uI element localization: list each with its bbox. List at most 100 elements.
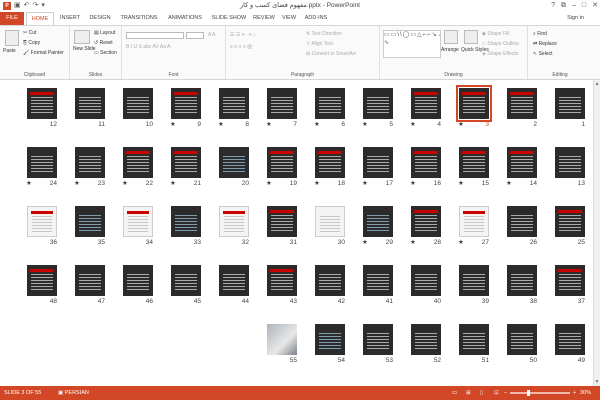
slide-thumbnail[interactable] bbox=[363, 324, 393, 355]
font-name-box[interactable] bbox=[126, 32, 184, 39]
reset-button[interactable]: ↺ Reset bbox=[94, 40, 113, 47]
slide-thumbnail[interactable] bbox=[363, 147, 393, 178]
animation-star-icon[interactable]: ★ bbox=[362, 238, 368, 246]
quick-styles-icon[interactable] bbox=[464, 30, 478, 44]
arrange-icon[interactable] bbox=[444, 30, 458, 44]
slide-thumbnail[interactable] bbox=[123, 265, 153, 296]
animation-star-icon[interactable]: ★ bbox=[362, 179, 368, 187]
minimize-icon[interactable]: – bbox=[572, 0, 576, 12]
animation-star-icon[interactable]: ★ bbox=[458, 238, 464, 246]
reading-view-icon[interactable]: ▯ bbox=[480, 386, 483, 400]
slide-thumbnail[interactable] bbox=[171, 265, 201, 296]
slide-thumbnail[interactable] bbox=[219, 206, 249, 237]
slide-thumbnail[interactable] bbox=[219, 147, 249, 178]
animation-star-icon[interactable]: ★ bbox=[26, 179, 32, 187]
tab-add-ins[interactable]: ADD-INS bbox=[302, 12, 330, 25]
zoom-in-icon[interactable]: + bbox=[573, 386, 576, 400]
replace-button[interactable]: ⇄ Replace bbox=[533, 41, 557, 48]
sign-in-link[interactable]: Sign in bbox=[567, 12, 584, 25]
shape-outline-button[interactable]: ◇ Shape Outline bbox=[482, 41, 519, 48]
slide-thumbnail[interactable] bbox=[363, 206, 393, 237]
zoom-out-icon[interactable]: – bbox=[504, 386, 507, 400]
animation-star-icon[interactable]: ★ bbox=[410, 179, 416, 187]
slide-thumbnail[interactable] bbox=[123, 147, 153, 178]
slide-thumbnail[interactable] bbox=[459, 147, 489, 178]
paste-button[interactable]: Paste bbox=[3, 48, 16, 55]
slide-thumbnail[interactable] bbox=[75, 265, 105, 296]
tab-home[interactable]: HOME bbox=[26, 12, 54, 25]
slide-thumbnail[interactable] bbox=[27, 88, 57, 119]
slide-thumbnail[interactable] bbox=[315, 324, 345, 355]
animation-star-icon[interactable]: ★ bbox=[266, 179, 272, 187]
normal-view-icon[interactable]: ▭ bbox=[452, 386, 457, 400]
animation-star-icon[interactable]: ★ bbox=[458, 120, 464, 128]
slide-thumbnail[interactable] bbox=[507, 265, 537, 296]
animation-star-icon[interactable]: ★ bbox=[266, 120, 272, 128]
slide-thumbnail[interactable] bbox=[219, 265, 249, 296]
format-painter-button[interactable]: 🖌 Format Painter bbox=[23, 50, 64, 57]
slide-thumbnail[interactable] bbox=[363, 265, 393, 296]
paste-icon[interactable] bbox=[5, 30, 19, 46]
arrange-button[interactable]: Arrange bbox=[441, 47, 459, 54]
copy-button[interactable]: ⎘ Copy bbox=[23, 40, 40, 47]
slide-thumbnail[interactable] bbox=[555, 88, 585, 119]
shape-fill-button[interactable]: ◆ Shape Fill bbox=[482, 31, 509, 38]
font-size-box[interactable] bbox=[186, 32, 204, 39]
animation-star-icon[interactable]: ★ bbox=[122, 179, 128, 187]
convert-smartart-button[interactable]: ⊞ Convert to SmartArt bbox=[306, 51, 356, 58]
tab-design[interactable]: DESIGN bbox=[86, 12, 114, 25]
slide-thumbnail[interactable] bbox=[315, 88, 345, 119]
slide-thumbnail[interactable] bbox=[555, 206, 585, 237]
slide-thumbnail[interactable] bbox=[363, 88, 393, 119]
layout-button[interactable]: ▤ Layout bbox=[94, 30, 115, 37]
scroll-down-icon[interactable]: ▼ bbox=[594, 379, 600, 385]
animation-star-icon[interactable]: ★ bbox=[506, 179, 512, 187]
language-indicator[interactable]: ▣ PERSIAN bbox=[58, 386, 89, 400]
slide-thumbnail[interactable] bbox=[411, 324, 441, 355]
shape-effects-button[interactable]: ◈ Shape Effects bbox=[482, 51, 518, 58]
shapes-gallery[interactable]: ▭▭\\◯▭△⌐⌐↘↔⇨⇩☆{}∿ bbox=[383, 30, 441, 58]
slide-thumbnail[interactable] bbox=[267, 265, 297, 296]
slide-thumbnail[interactable] bbox=[459, 206, 489, 237]
slide-thumbnail[interactable] bbox=[267, 147, 297, 178]
slide-thumbnail[interactable] bbox=[507, 206, 537, 237]
slide-thumbnail[interactable] bbox=[315, 147, 345, 178]
slide-thumbnail[interactable] bbox=[123, 88, 153, 119]
slide-thumbnail[interactable] bbox=[75, 206, 105, 237]
restore-ribbon-icon[interactable]: ⧉ bbox=[561, 0, 566, 12]
slide-thumbnail[interactable] bbox=[411, 265, 441, 296]
align-buttons[interactable]: ≡ ≡ ≡ ≡ ▥ bbox=[230, 44, 252, 51]
slide-thumbnail[interactable] bbox=[411, 88, 441, 119]
slide-thumbnail[interactable] bbox=[459, 324, 489, 355]
slide-thumbnail[interactable] bbox=[555, 324, 585, 355]
animation-star-icon[interactable]: ★ bbox=[314, 179, 320, 187]
slide-thumbnail[interactable] bbox=[267, 206, 297, 237]
slide-thumbnail[interactable] bbox=[315, 265, 345, 296]
animation-star-icon[interactable]: ★ bbox=[218, 120, 224, 128]
vertical-scrollbar[interactable]: ▲ ▼ bbox=[593, 80, 600, 386]
maximize-icon[interactable]: □ bbox=[582, 0, 586, 12]
slide-thumbnail[interactable] bbox=[171, 147, 201, 178]
animation-star-icon[interactable]: ★ bbox=[170, 120, 176, 128]
slide-thumbnail[interactable] bbox=[411, 147, 441, 178]
slide-thumbnail[interactable] bbox=[219, 88, 249, 119]
help-icon[interactable]: ? bbox=[551, 0, 555, 12]
slide-thumbnail[interactable] bbox=[267, 88, 297, 119]
animation-star-icon[interactable]: ★ bbox=[410, 120, 416, 128]
tab-insert[interactable]: INSERT bbox=[56, 12, 84, 25]
cut-button[interactable]: ✂ Cut bbox=[23, 30, 36, 37]
animation-star-icon[interactable]: ★ bbox=[410, 238, 416, 246]
tab-file[interactable]: FILE bbox=[0, 12, 24, 25]
animation-star-icon[interactable]: ★ bbox=[170, 179, 176, 187]
slide-thumbnail[interactable] bbox=[267, 324, 297, 355]
zoom-level[interactable]: 30% bbox=[580, 386, 591, 400]
slide-thumbnail[interactable] bbox=[411, 206, 441, 237]
select-button[interactable]: ↖ Select bbox=[533, 51, 553, 58]
slide-show-view-icon[interactable]: ⊡ bbox=[494, 386, 499, 400]
slide-thumbnail[interactable] bbox=[171, 206, 201, 237]
slide-thumbnail[interactable] bbox=[555, 265, 585, 296]
font-format-buttons[interactable]: B I U S abc AV Aa A bbox=[126, 44, 170, 51]
slide-thumbnail[interactable] bbox=[555, 147, 585, 178]
tab-view[interactable]: VIEW bbox=[279, 12, 299, 25]
tab-slide-show[interactable]: SLIDE SHOW bbox=[209, 12, 249, 25]
